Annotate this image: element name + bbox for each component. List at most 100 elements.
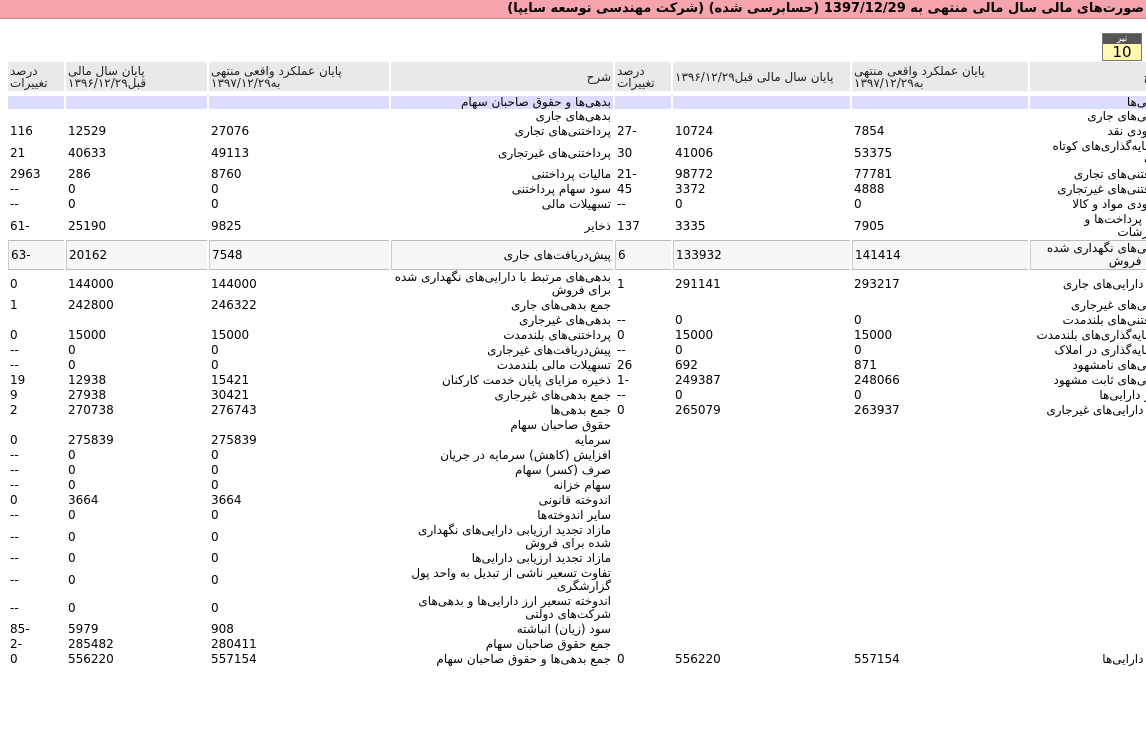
- asset-previous-cell: 692: [675, 358, 698, 372]
- asset-change-cell: [615, 622, 671, 637]
- liability-current-cell: [209, 109, 389, 124]
- asset-change-cell: 6: [615, 240, 671, 270]
- table-row: سرمایه 275839 275839 0: [8, 433, 1146, 448]
- asset-current-cell: [852, 551, 1028, 566]
- liability-previous-cell: 0: [68, 529, 76, 544]
- asset-desc-cell: دارایی‌ها: [1030, 96, 1146, 109]
- liability-change-cell: 9: [10, 388, 18, 402]
- asset-current-cell: 871: [854, 358, 877, 372]
- liability-previous-cell: [66, 418, 207, 433]
- liability-desc-cell: پرداختنی‌های غیرتجاری: [498, 145, 611, 160]
- liability-change-cell: 19: [10, 373, 26, 387]
- liability-previous-cell: 12938: [68, 373, 107, 387]
- liability-current-cell: 0: [211, 572, 219, 587]
- asset-change-cell: [615, 448, 671, 463]
- asset-desc-cell: [1030, 594, 1146, 622]
- table-row: سرمایه‌گذاری‌های بلندمدت 15000 15000 0 پرداخ…: [8, 328, 1146, 343]
- table-row: جمع دارایی‌های جاری 293217 291141 1 بدهی‌های…: [8, 270, 1146, 298]
- asset-previous-cell: [673, 433, 850, 448]
- asset-current-cell: 4888: [854, 182, 885, 196]
- liability-previous-cell: 0: [68, 197, 76, 211]
- table-row: سهام خزانه 0 0 --: [8, 478, 1146, 493]
- asset-current-cell: 53375: [854, 145, 893, 160]
- liability-desc-cell: مازاد تجدید ارزیابی دارایی‌های نگهداری ش…: [418, 523, 611, 550]
- liability-current-cell: 144000: [211, 276, 257, 291]
- liability-previous-cell: [66, 109, 207, 124]
- asset-desc-cell: سرمایه‌گذاری‌های کوتاه مدت: [1052, 139, 1146, 166]
- liability-desc-cell: تسهیلات مالی بلندمدت: [496, 358, 611, 372]
- table-row: اندوخته تسعیر ارز دارایی‌ها و بدهی‌های ش…: [8, 594, 1146, 622]
- asset-desc-cell: [1030, 523, 1146, 551]
- asset-previous-cell: 249387: [675, 373, 721, 387]
- asset-change-cell: [615, 418, 671, 433]
- liability-current-cell: 7548: [209, 240, 389, 270]
- asset-current-cell: [852, 523, 1028, 551]
- asset-desc-cell: دریافتنی‌های غیرتجاری: [1057, 182, 1146, 196]
- asset-change-cell: --: [617, 343, 626, 357]
- liability-current-cell: 15421: [211, 373, 250, 387]
- liability-current-cell: 0: [211, 358, 219, 372]
- liability-change-cell: 1: [10, 298, 18, 312]
- asset-current-cell: [852, 622, 1028, 637]
- asset-previous-cell: [673, 566, 850, 594]
- liability-current-cell: 280411: [211, 637, 257, 651]
- liability-desc-cell: سایر اندوخته‌ها: [537, 508, 611, 522]
- liability-current-cell: 27076: [211, 124, 250, 138]
- table-row: سرمایه‌گذاری در املاک 0 0 -- پیش‌دریافت‌های …: [8, 343, 1146, 358]
- liability-previous-cell: 0: [68, 343, 76, 357]
- asset-previous-cell: [673, 109, 850, 124]
- liability-desc-cell: اندوخته تسعیر ارز دارایی‌ها و بدهی‌های ش…: [418, 594, 611, 621]
- liability-change-cell: 2: [10, 403, 18, 417]
- liability-previous-cell: 144000: [68, 276, 114, 291]
- liability-current-cell: 275839: [211, 433, 257, 447]
- liability-previous-cell: 25190: [68, 218, 107, 233]
- liability-desc-cell: سرمایه: [574, 433, 611, 447]
- asset-desc-cell: پیش پرداخت‌ها و سفارشات: [1084, 212, 1146, 239]
- asset-previous-cell: 0: [675, 313, 683, 327]
- liability-change-cell: [8, 313, 64, 328]
- asset-change-cell: 45: [617, 182, 633, 196]
- liability-current-cell: 9825: [211, 218, 242, 233]
- liability-current-cell: 0: [211, 197, 219, 211]
- asset-change-cell: [615, 96, 671, 109]
- asset-desc-cell: موجودی نقد: [1107, 124, 1146, 138]
- asset-previous-cell: [673, 594, 850, 622]
- col-header-current-liabilities: پایان عملکرد واقعی منتهی به۱۳۹۷/۱۲/۲۹: [209, 62, 389, 91]
- liability-change-cell: 0: [10, 433, 18, 447]
- balance-sheet-table: شرح پایان عملکرد واقعی منتهی به۱۳۹۷/۱۲/۲…: [6, 62, 1146, 667]
- table-row: دریافتنی‌های بلندمدت 0 0 -- بدهی‌های غیرجاری: [8, 313, 1146, 328]
- asset-change-cell: [615, 523, 671, 551]
- liability-current-cell: 0: [211, 508, 219, 522]
- liability-desc-cell: حقوق صاحبان سهام: [510, 418, 611, 432]
- liability-desc-cell: پرداختنی‌های تجاری: [514, 124, 611, 138]
- asset-desc-cell: دارایی‌های ثابت مشهود: [1053, 373, 1146, 387]
- liability-previous-cell: 0: [68, 478, 76, 492]
- col-header-previous-liabilities: پایان سال مالی قبل۱۳۹۶/۱۲/۲۹: [66, 62, 207, 91]
- table-row: موجودی مواد و کالا 0 0 -- تسهیلات مالی 0 0 --: [8, 197, 1146, 212]
- asset-current-cell: 248066: [854, 373, 900, 387]
- asset-current-cell: 293217: [854, 276, 900, 291]
- col-header-desc-assets: شرح: [1030, 62, 1146, 91]
- asset-previous-cell: 41006: [675, 145, 714, 160]
- liability-previous-cell: 0: [68, 572, 76, 587]
- asset-current-cell: [852, 594, 1028, 622]
- asset-change-cell: 0: [617, 403, 625, 417]
- liability-desc-cell: افزایش (کاهش) سرمایه در جریان: [440, 448, 611, 462]
- asset-desc-cell: [1030, 566, 1146, 594]
- liability-current-cell: 0: [211, 343, 219, 357]
- liability-previous-cell: 556220: [68, 652, 114, 666]
- asset-desc-cell: دارایی‌های نامشهود: [1072, 358, 1146, 372]
- asset-desc-cell: [1030, 637, 1146, 652]
- liability-current-cell: 3664: [211, 493, 242, 507]
- asset-desc-cell: [1030, 493, 1146, 508]
- liability-previous-cell: 3664: [68, 493, 99, 507]
- asset-current-cell: 0: [854, 388, 862, 402]
- liability-change-cell: --: [10, 197, 19, 211]
- liability-current-cell: 557154: [211, 652, 257, 666]
- asset-desc-cell: دارایی‌های نگهداری شده برای فروش: [1030, 240, 1146, 270]
- liability-desc-cell: سود (زیان) انباشته: [516, 622, 611, 636]
- asset-previous-cell: [673, 637, 850, 652]
- asset-change-cell: 137: [617, 218, 640, 233]
- table-row: صرف (کسر) سهام 0 0 --: [8, 463, 1146, 478]
- asset-previous-cell: [673, 493, 850, 508]
